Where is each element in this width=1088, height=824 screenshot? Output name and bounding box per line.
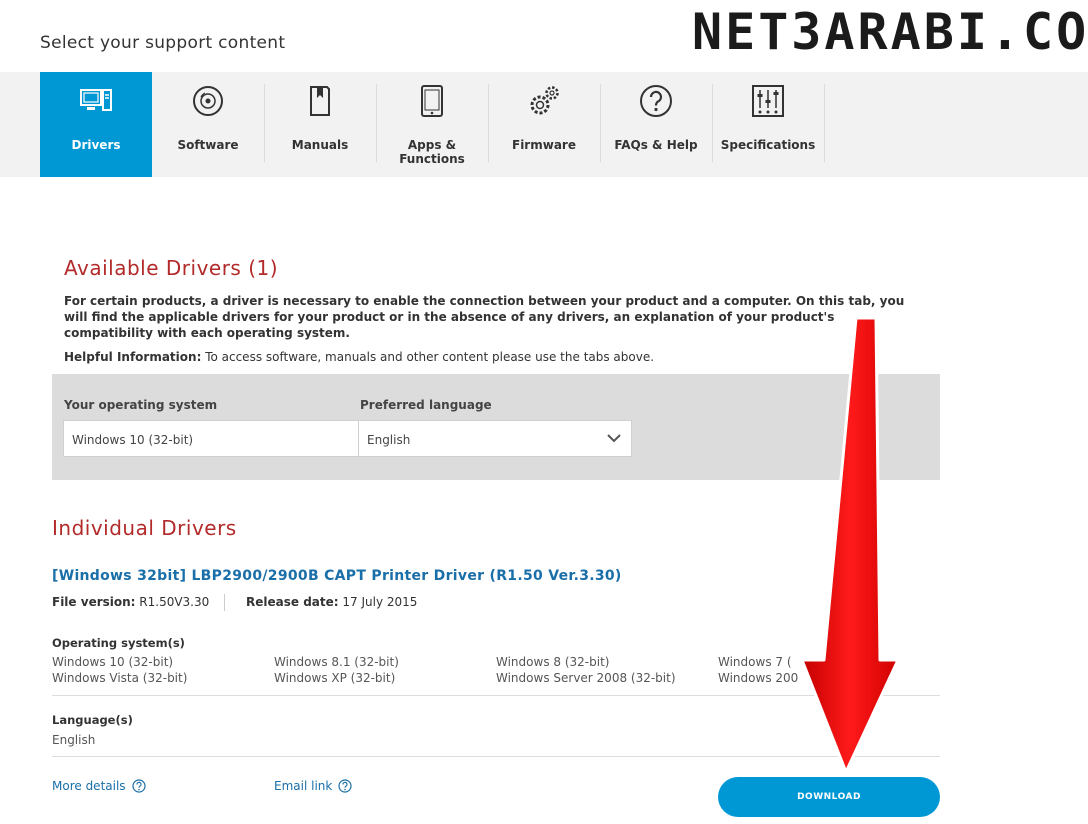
tab-label: Drivers <box>71 138 121 152</box>
helpful-label: Helpful Information: <box>64 350 202 364</box>
os-list-item: Windows Server 2008 (32-bit) <box>496 671 676 685</box>
divider <box>52 756 940 757</box>
driver-title-link[interactable]: [Windows 32bit] LBP2900/2900B CAPT Print… <box>52 568 622 584</box>
watermark-logo: NET3ARABI.COM <box>692 3 1088 61</box>
os-select[interactable]: Windows 10 (32-bit) <box>63 420 387 457</box>
os-list-item: Windows Vista (32-bit) <box>52 671 188 685</box>
meta-divider <box>224 594 225 611</box>
language-value: English <box>52 733 96 747</box>
red-arrow-annotation <box>800 316 900 774</box>
release-date-value: 17 July 2015 <box>338 595 418 609</box>
tab-software[interactable]: Software <box>152 72 264 177</box>
os-list-item: Windows 7 ( <box>718 655 792 669</box>
page-title: Select your support content <box>40 33 286 53</box>
more-details-label: More details <box>52 779 126 793</box>
more-details-link[interactable]: More details <box>52 779 146 793</box>
tab-divider <box>824 84 825 162</box>
disc-icon <box>193 86 223 116</box>
tab-label: Firmware <box>512 138 576 152</box>
chevron-down-icon <box>607 434 621 443</box>
help-circle-icon <box>131 779 146 793</box>
tab-faqs-help[interactable]: FAQs & Help <box>600 72 712 177</box>
email-link[interactable]: Email link <box>274 779 352 793</box>
file-version-label: File version: <box>52 595 136 609</box>
tab-label: FAQs & Help <box>614 138 698 152</box>
manual-icon <box>310 86 330 116</box>
tablet-icon <box>421 85 443 117</box>
computer-icon <box>80 89 112 111</box>
tab-apps-functions[interactable]: Apps & Functions <box>376 72 488 177</box>
tab-label: Apps & Functions <box>399 138 465 166</box>
release-date-label: Release date: <box>246 595 339 609</box>
helpful-text: To access software, manuals and other co… <box>201 350 655 364</box>
tab-specifications[interactable]: Specifications <box>712 72 824 177</box>
os-list-item: Windows 200 <box>718 671 799 685</box>
os-list-label: Operating system(s) <box>52 636 185 650</box>
tab-label: Specifications <box>720 138 816 152</box>
help-circle-icon <box>338 779 352 793</box>
file-version: File version: R1.50V3.30 <box>52 595 209 609</box>
release-date: Release date: 17 July 2015 <box>246 595 417 609</box>
os-list-item: Windows XP (32-bit) <box>274 671 396 685</box>
file-version-value: R1.50V3.30 <box>135 595 210 609</box>
individual-drivers-title: Individual Drivers <box>52 516 237 540</box>
os-list-item: Windows 8 (32-bit) <box>496 655 610 669</box>
os-select-value: Windows 10 (32-bit) <box>72 433 194 447</box>
language-list-label: Language(s) <box>52 713 133 727</box>
helpful-information: Helpful Information: To access software,… <box>64 349 654 365</box>
sliders-icon <box>752 85 784 117</box>
os-list-item: Windows 8.1 (32-bit) <box>274 655 399 669</box>
question-icon <box>640 85 672 117</box>
os-list-item: Windows 10 (32-bit) <box>52 655 174 669</box>
support-tab-bar: Drivers Software Manuals Apps & Function… <box>0 72 1088 177</box>
language-select[interactable]: English <box>358 420 632 457</box>
tab-firmware[interactable]: Firmware <box>488 72 600 177</box>
tab-drivers[interactable]: Drivers <box>40 72 152 177</box>
tab-label: Manuals <box>291 138 349 152</box>
language-select-value: English <box>367 433 411 447</box>
drivers-intro-text: For certain products, a driver is necess… <box>64 294 905 340</box>
download-button[interactable]: DOWNLOAD <box>718 777 940 817</box>
tab-manuals[interactable]: Manuals <box>264 72 376 177</box>
gears-icon <box>530 86 559 115</box>
filter-panel: Your operating system Windows 10 (32-bit… <box>52 374 940 480</box>
email-link-label: Email link <box>274 779 333 793</box>
language-select-label: Preferred language <box>360 398 492 412</box>
os-select-label: Your operating system <box>64 398 218 412</box>
tab-label: Software <box>177 138 239 152</box>
divider <box>52 695 940 696</box>
available-drivers-title: Available Drivers (1) <box>64 256 279 280</box>
